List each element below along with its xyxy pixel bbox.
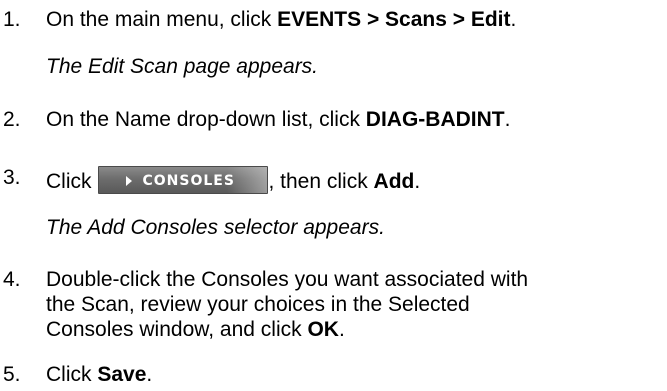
step-2-period: . [504,108,511,131]
step-1-menu-path: EVENTS > Scans > Edit [277,8,511,31]
step-3-number: 3. [3,166,21,189]
step-2-text: On the Name drop-down list, click [46,108,366,131]
step-1-text: On the main menu, click [46,8,278,31]
step-3-add: Add [373,170,415,193]
step-2-option: DIAG-BADINT [365,108,505,131]
step-2-number: 2. [3,108,21,131]
step-5-text: Click [46,363,98,386]
step-4-ok: OK [307,318,339,341]
step-4-line-2: the Scan, review your choices in the Sel… [46,293,470,316]
consoles-button[interactable]: CONSOLES [97,166,268,194]
step-4-number: 4. [3,268,21,291]
step-5-save: Save [97,363,147,386]
step-3-result-text: The Add Consoles selector appears. [46,216,385,239]
step-1-period: . [510,8,517,31]
step-5-period: . [146,363,153,386]
step-5-number: 5. [3,363,21,386]
step-3-period: . [414,170,421,193]
play-arrow-icon [125,176,132,186]
consoles-button-label: CONSOLES [142,173,235,189]
step-1-number: 1. [3,8,21,31]
step-4-period: . [338,318,345,341]
step-4-line-3: Consoles window, and click [46,318,308,341]
step-3-text-middle: , then click [268,170,374,193]
step-3-text: Click [46,170,92,193]
step-4-line-1: Double-click the Consoles you want assoc… [46,268,529,291]
step-1-result-text: The Edit Scan page appears. [46,55,319,78]
